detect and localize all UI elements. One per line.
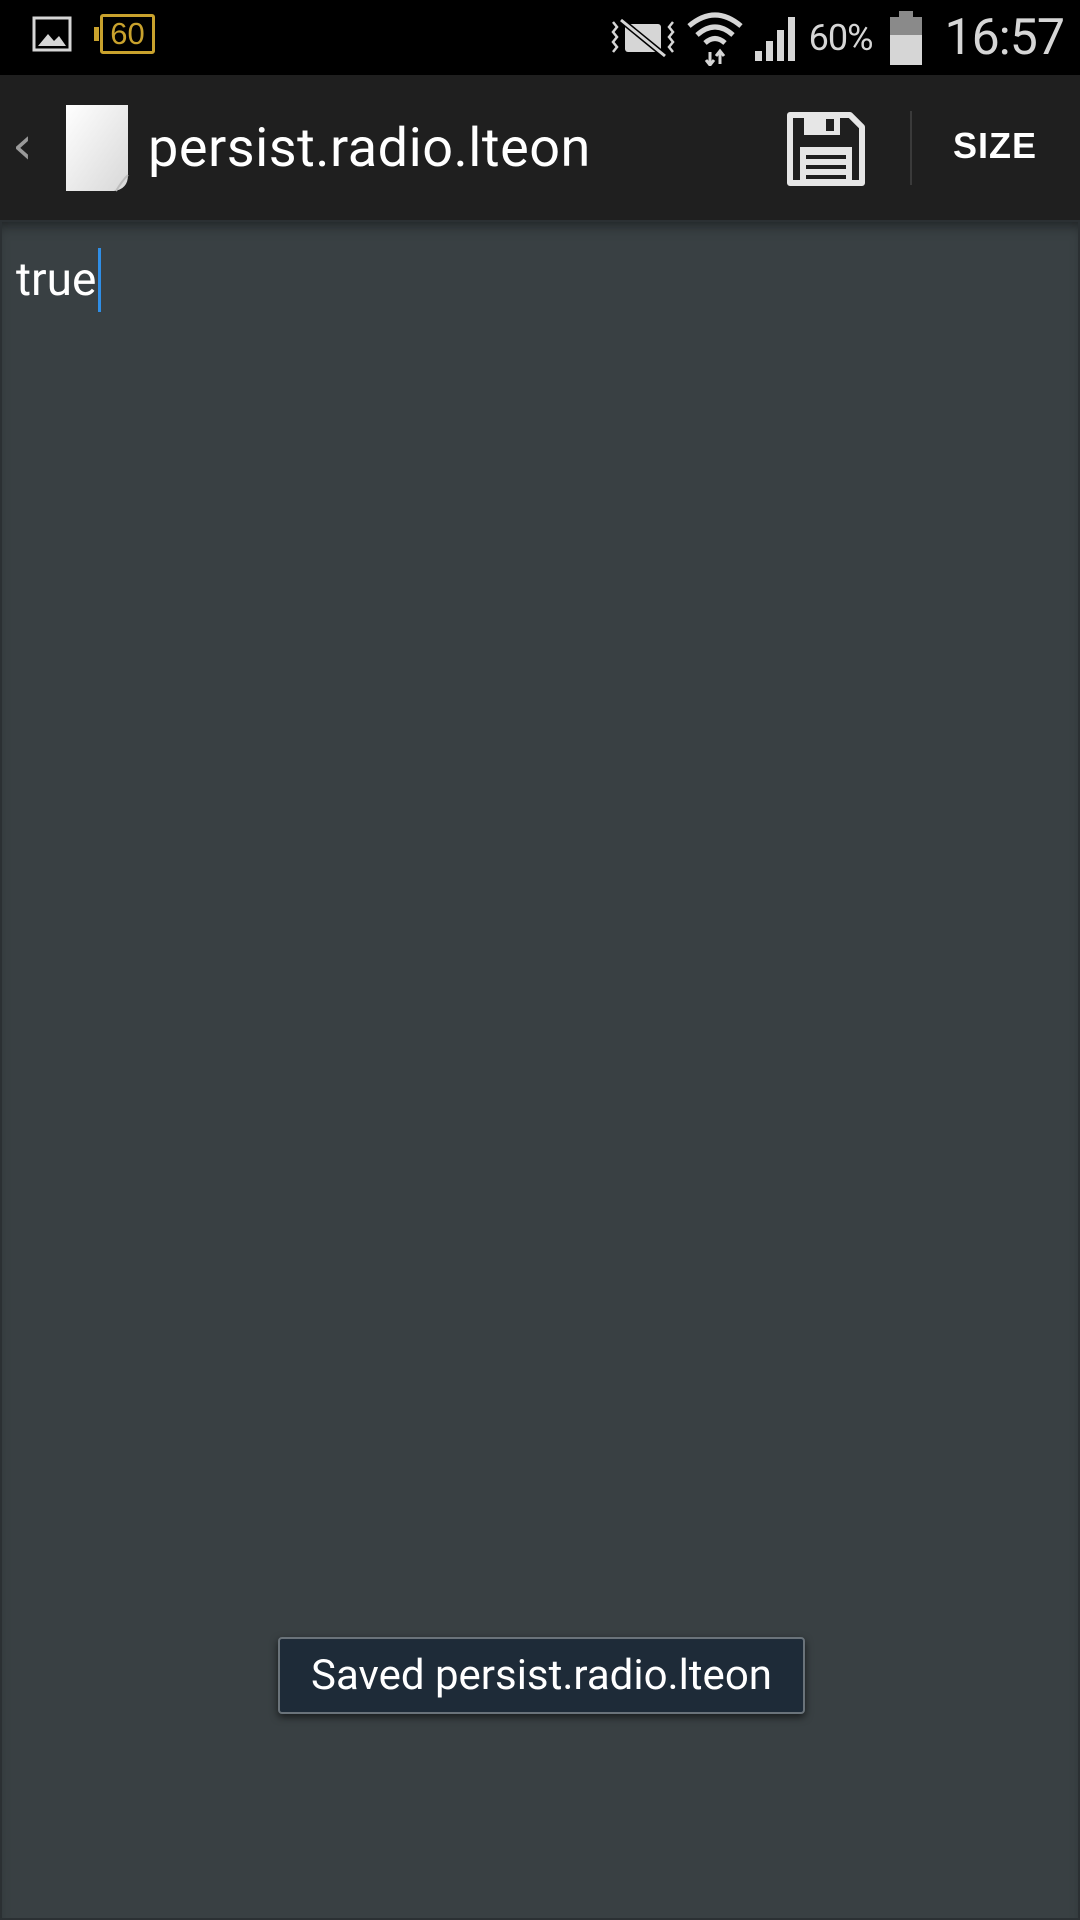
document-icon[interactable] [62, 103, 132, 193]
text-cursor [98, 248, 102, 312]
vibrate-icon [611, 17, 675, 58]
battery-60-badge-icon: 60 [94, 14, 155, 54]
wifi-icon [687, 12, 743, 66]
save-button[interactable] [786, 111, 866, 187]
notification-area: 60 [32, 14, 155, 54]
back-chevron-icon[interactable]: ‹ [12, 120, 34, 173]
size-button[interactable]: SIZE [930, 125, 1060, 167]
cell-signal-icon [754, 16, 795, 61]
editor-content[interactable]: true [16, 253, 96, 307]
toast-message: Saved persist.radio.lteon [311, 1651, 772, 1700]
status-bar: 60 60% 16:57 [0, 0, 1080, 75]
gallery-icon [32, 16, 72, 52]
action-divider [910, 111, 912, 185]
page-title: persist.radio.lteon [148, 117, 591, 180]
editor-content-line[interactable]: true [16, 248, 102, 312]
system-icons: 60% 16:57 [607, 0, 1065, 75]
action-bar: ‹ persist.radio.lteon SIZE [0, 75, 1080, 220]
battery-icon [890, 10, 923, 65]
battery-percent: 60% [808, 16, 874, 59]
clock: 16:57 [944, 8, 1065, 67]
text-editor[interactable]: true Saved persist.radio.lteon [0, 220, 1080, 1920]
badge-text: 60 [110, 16, 145, 51]
toast: Saved persist.radio.lteon [278, 1637, 805, 1714]
